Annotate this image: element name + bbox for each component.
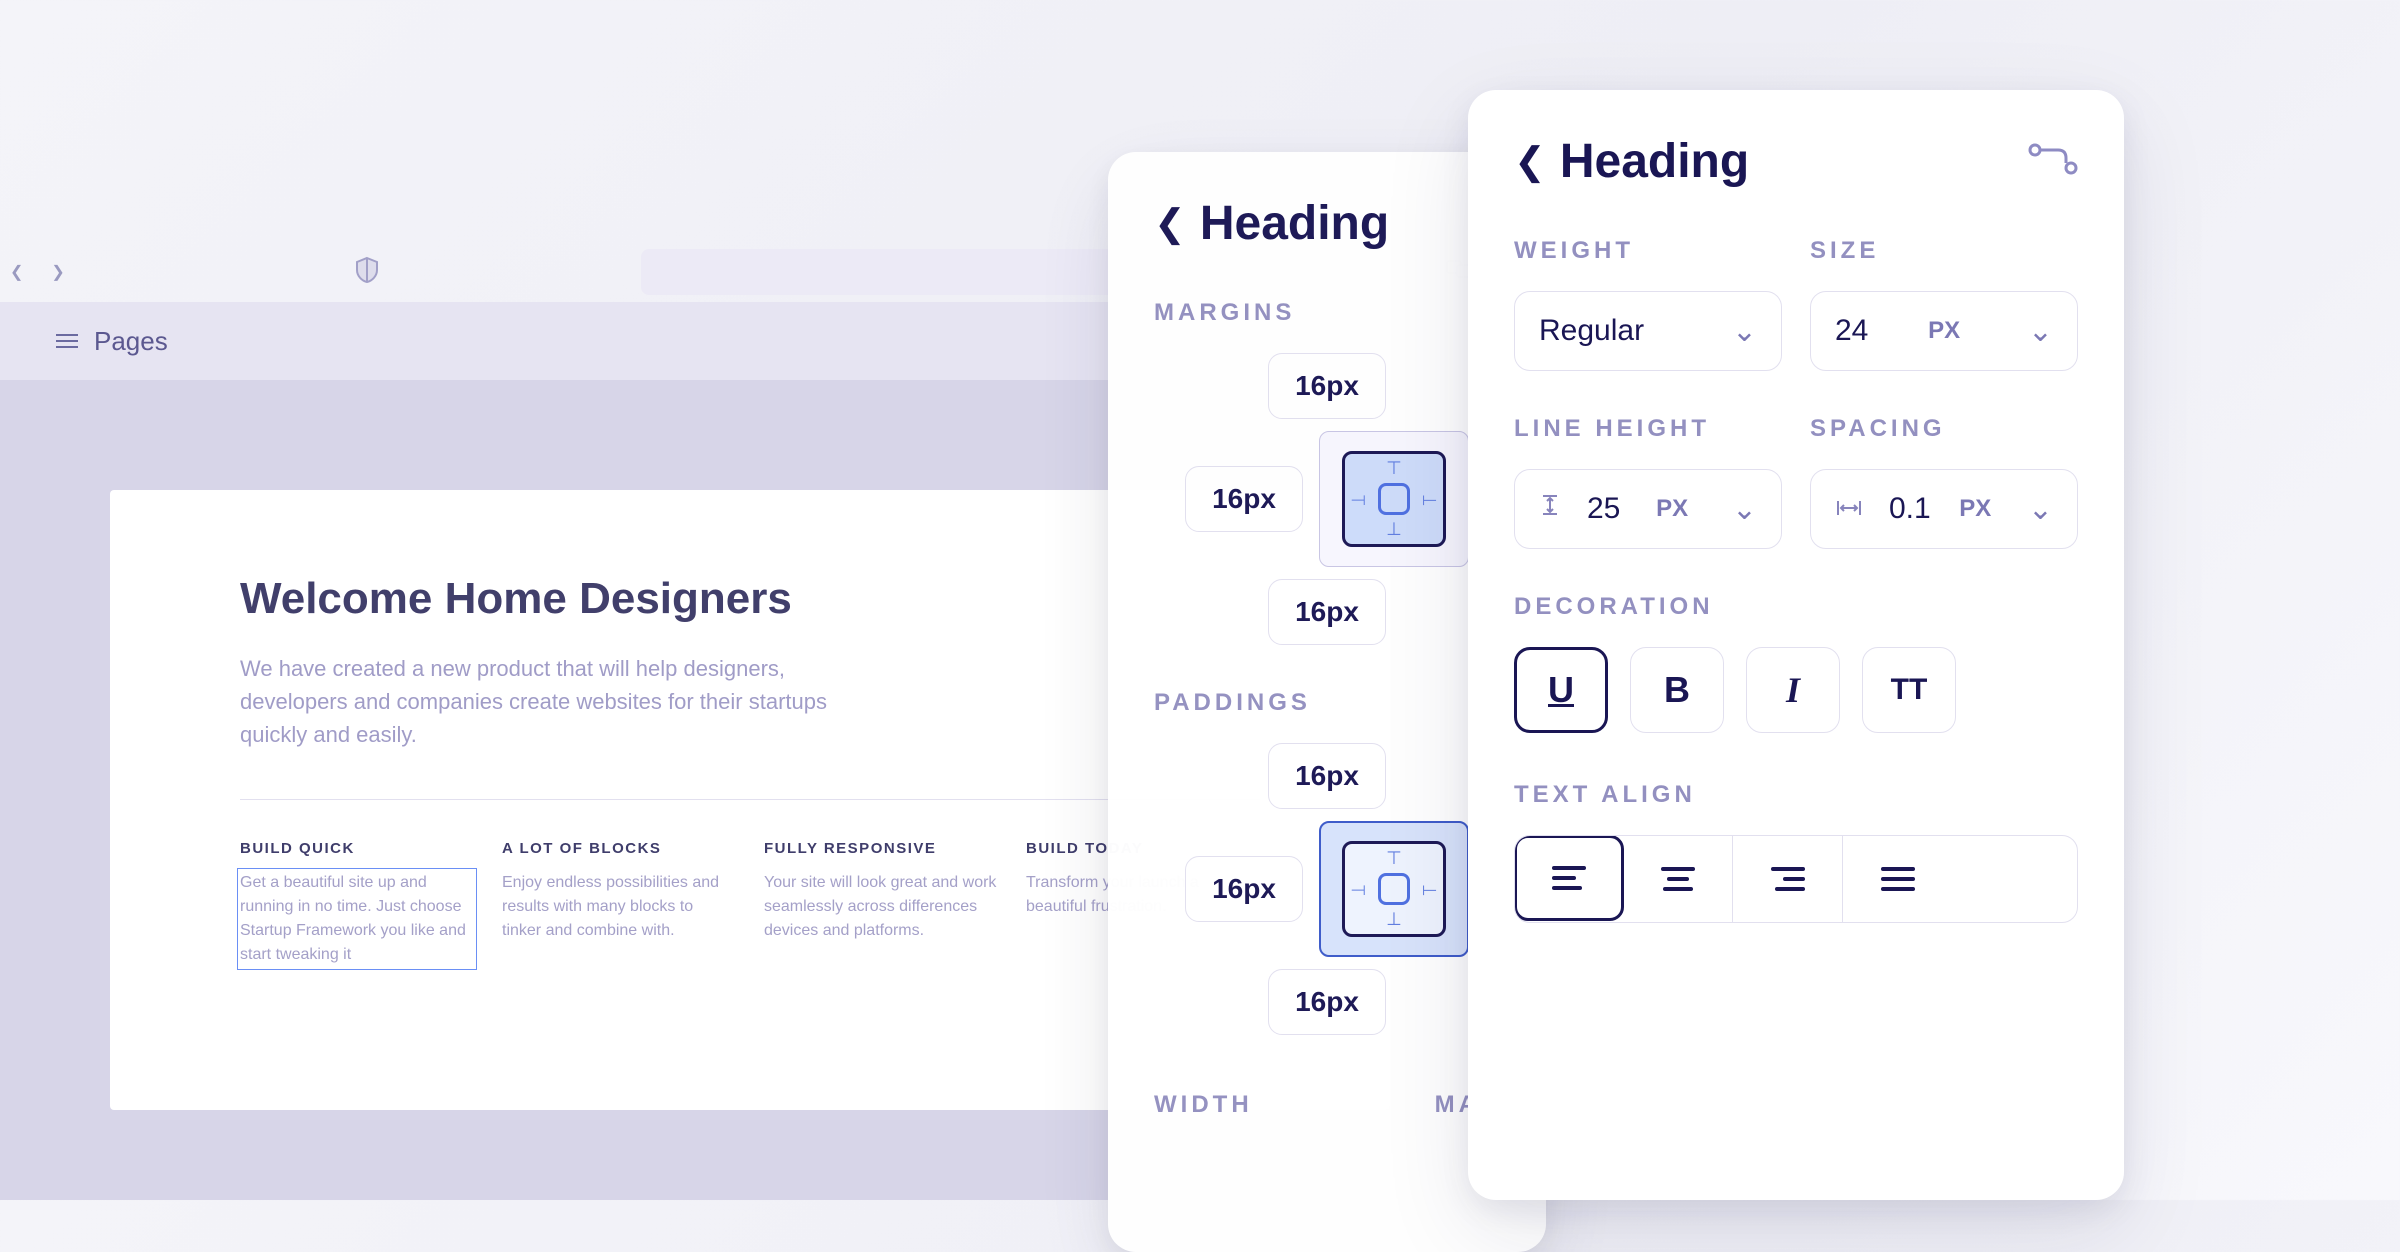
- weight-select[interactable]: Regular ⌄: [1514, 291, 1782, 371]
- letter-spacing-input[interactable]: 0.1 PX ⌄: [1810, 469, 2078, 549]
- align-center-button[interactable]: [1623, 836, 1733, 922]
- hero-title[interactable]: Welcome Home Designers: [240, 574, 1260, 624]
- lineheight-value: 25: [1587, 492, 1620, 526]
- margin-top-input[interactable]: 16px: [1268, 353, 1386, 419]
- shield-icon: [355, 256, 379, 289]
- weight-value: Regular: [1539, 314, 1644, 348]
- chevron-down-icon: ⌄: [2028, 314, 2053, 349]
- textalign-label: TEXT ALIGN: [1514, 781, 2078, 809]
- paddings-label: PADDINGS: [1154, 689, 1500, 717]
- spacing-unit[interactable]: PX: [1959, 495, 1991, 523]
- size-unit[interactable]: PX: [1928, 317, 1960, 345]
- feature-title: BUILD QUICK: [240, 840, 474, 857]
- feature-blocks[interactable]: A LOT OF BLOCKS Enjoy endless possibilit…: [502, 840, 736, 967]
- feature-title: FULLY RESPONSIVE: [764, 840, 998, 857]
- size-value: 24: [1835, 314, 1868, 348]
- typography-panel: ❮ Heading WEIGHT Regular ⌄ SIZE 24 PX ⌄ …: [1468, 90, 2124, 1200]
- feature-body: Your site will look great and work seaml…: [764, 871, 998, 943]
- back-icon[interactable]: ❮: [1154, 201, 1186, 246]
- line-height-icon: [1539, 492, 1561, 526]
- align-right-button[interactable]: [1733, 836, 1843, 922]
- align-left-button[interactable]: [1514, 835, 1624, 921]
- size-input[interactable]: 24 PX ⌄: [1810, 291, 2078, 371]
- chevron-down-icon: ⌄: [2028, 492, 2053, 527]
- spacing-value: 0.1: [1889, 492, 1931, 526]
- padding-top-input[interactable]: 16px: [1268, 743, 1386, 809]
- padding-bottom-input[interactable]: 16px: [1268, 969, 1386, 1035]
- nav-forward-icon[interactable]: ❯: [51, 262, 64, 282]
- margins-editor: 16px 16px ⊤⊥ ⟞⟝ 16px: [1154, 353, 1500, 645]
- menu-icon[interactable]: [56, 334, 78, 348]
- padding-box-icon[interactable]: ⊤⊥ ⟞⟝: [1319, 821, 1469, 957]
- bold-button[interactable]: B: [1630, 647, 1724, 733]
- lineheight-label: LINE HEIGHT: [1514, 415, 1782, 443]
- feature-build-quick[interactable]: BUILD QUICK Get a beautiful site up and …: [240, 840, 474, 967]
- underline-button[interactable]: U: [1514, 647, 1608, 733]
- width-label: WIDTH: [1154, 1091, 1253, 1119]
- feature-body[interactable]: Get a beautiful site up and running in n…: [237, 868, 477, 970]
- back-icon[interactable]: ❮: [1514, 139, 1546, 184]
- letter-spacing-icon: [1835, 492, 1863, 526]
- lineheight-input[interactable]: 25 PX ⌄: [1514, 469, 1782, 549]
- size-label: SIZE: [1810, 237, 2078, 265]
- panel-title: Heading: [1560, 134, 1749, 189]
- weight-label: WEIGHT: [1514, 237, 1782, 265]
- padding-left-input[interactable]: 16px: [1185, 856, 1303, 922]
- chevron-down-icon: ⌄: [1732, 314, 1757, 349]
- italic-button[interactable]: I: [1746, 647, 1840, 733]
- feature-row: BUILD QUICK Get a beautiful site up and …: [240, 840, 1260, 967]
- uppercase-button[interactable]: TT: [1862, 647, 1956, 733]
- align-justify-button[interactable]: [1843, 836, 1953, 922]
- divider: [240, 799, 1260, 800]
- margin-left-input[interactable]: 16px: [1185, 466, 1303, 532]
- feature-title: A LOT OF BLOCKS: [502, 840, 736, 857]
- lineheight-unit[interactable]: PX: [1656, 495, 1688, 523]
- margins-label: MARGINS: [1154, 299, 1500, 327]
- chevron-down-icon: ⌄: [1732, 492, 1757, 527]
- hero-subtitle[interactable]: We have created a new product that will …: [240, 652, 840, 751]
- feature-body: Enjoy endless possibilities and results …: [502, 871, 736, 943]
- text-align-group: [1514, 835, 2078, 923]
- decoration-label: DECORATION: [1514, 593, 2078, 621]
- margin-box-icon[interactable]: ⊤⊥ ⟞⟝: [1319, 431, 1469, 567]
- feature-responsive[interactable]: FULLY RESPONSIVE Your site will look gre…: [764, 840, 998, 967]
- branch-icon[interactable]: [2028, 142, 2078, 181]
- paddings-editor: 16px 16px ⊤⊥ ⟞⟝ 16px: [1154, 743, 1500, 1035]
- panel-title: Heading: [1200, 196, 1389, 251]
- pages-label: Pages: [94, 326, 168, 357]
- nav-back-icon[interactable]: ❮: [10, 262, 23, 282]
- spacing-label: SPACING: [1810, 415, 2078, 443]
- margin-bottom-input[interactable]: 16px: [1268, 579, 1386, 645]
